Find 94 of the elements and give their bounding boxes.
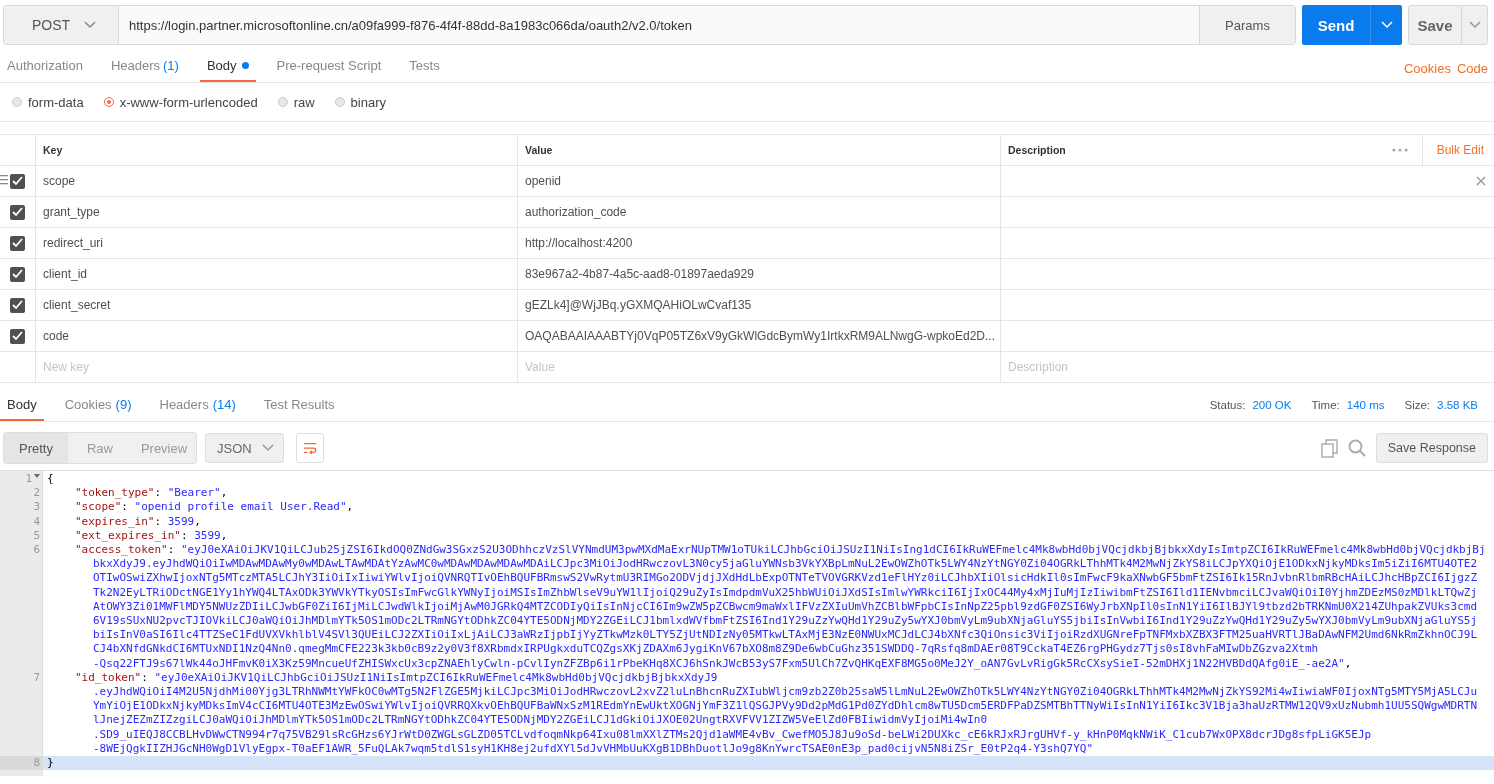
code-line: Tk2N2EyLTRiODctNGE1Yy1hYWQ4LTAxODk3YWVkYTkyOSIsImFwcGlkYWNyIjoiMSIsImZhbWlseV9uYW1lIjoiQ29uZyIsImdpdmVuX25hbWUiOiJXdSIsImlwYWRkciI6IjIxOC44My4xMjIuMjIzIiwibmFtZSI6Ild1IENvbmciLCJvaWQiOiI0YjhmZDEzMS0zMDlkLTQwZj — [93, 585, 1478, 600]
param-key[interactable]: code — [43, 329, 70, 343]
more-icon[interactable] — [1391, 148, 1408, 152]
code-line: .eyJhdWQiOiI4M2U5NjdhMi00Yjg3LTRhNWMtYWFkOC0wMTg5N2FlZGE5MjkiLCJpc3MiOiJodHRwczovL2xvZ2luLnBhcnRuZXIubWljcm9zb2Z0b25saW5lLmNuL2EwOWZhOTk5LWY4NzYtNGY0Zi04OGRkLThhMTk4M2MwNjZkYS92Mi4wIiwiaWF0IjoxNTg5MTY5MjA5LCJu — [93, 685, 1478, 700]
code-line: "access_token": "eyJ0eXAiOiJKV1QiLCJub25jZSI6IkdOQ0ZNdGw3SGxzS2U3ODhhczVzSlVYNmdUM3pwMXdMaExrNUpTMW1oTUkiLCJhbGciOiJSUzI1NiIsIng1dCI6IkRuWEFmelc4Mk8wbHd0bjVQcjdkbjBjbkxXdyIsImtpZCI6IkRuWEFmelc4Mk8wbHd0bjVQcjdkbjBj — [75, 543, 1486, 558]
wrap-icon — [302, 440, 317, 456]
line-number: 3 — [33, 500, 40, 515]
response-tab[interactable]: Test Results — [256, 389, 342, 421]
code-line: "id_token": "eyJ0eXAiOiJKV1QiLCJhbGciOiJSUzI1NiIsImtpZCI6IkRuWEFmelc4Mk8wbHd0bjVQcjdkbjBjbkxXdyJ9 — [75, 670, 718, 686]
line-number: 4 — [33, 514, 40, 529]
radio-button[interactable] — [277, 97, 288, 107]
checkmark-icon — [12, 207, 23, 217]
response-tab[interactable]: Cookies (9) — [57, 389, 139, 421]
radio-button[interactable] — [103, 97, 114, 107]
code-line: 6V19sSUxNU2pvcTJIOVkiLCJ0aWQiOiJhMDlmYTk5OS1mODc2LTRmNGYtODhkZC04YTE5ODNjMDY2ZGEiLCJ1bmlxdWVfbmFtZSI6Ind1Y29uZzYwQHd1Y29uZy5wYXJ0bmVyLm9ubXNjaGluYS5jbiIsInVwbiI6Ind1Y29uZzYwQHd1Y29uZy5wYXJ0bmVyLm9ubXNjaGluYS5j — [93, 614, 1478, 629]
param-key[interactable]: grant_type — [43, 205, 100, 219]
drag-handle-icon[interactable] — [0, 175, 8, 185]
close-icon[interactable] — [1476, 176, 1486, 186]
status-value: 200 OK — [1252, 399, 1292, 411]
code-line: CJ4bXNfdGNkdCI6MTUxNDI1NzQ4Nn0.qmegMmCFE223k3kb0cB9z2y0V3f8XRbmdxIRPUgkxduTCQZgsXKjZDAXm6JygiKnV67bXO8m8Z9De6wbCuGhz351SWDDQ-7qRsfq8mDAEr08T9CckaT4EZ6rgPHGydz7Tjs0sI8vhFaMIwDbZGzva2Xtmh — [93, 642, 1319, 657]
format-dropdown[interactable]: JSON — [205, 433, 284, 463]
code-line: "scope": "openid profile email User.Read", — [75, 500, 354, 515]
response-tab[interactable]: Body — [0, 389, 44, 421]
param-value[interactable]: authorization_code — [525, 205, 627, 219]
code-line: bkxXdyJ9.eyJhdWQiOiIwMDAwMDAwMy0wMDAwLTAwMDAtYzAwMC0wMDAwMDAwMDAwMDAiLCJpc3MiOiJodHRwczovL3N0cy5jaGluYWNsb3VkYXBpLmNuL2EwOWZhOTk5LWY4NzYtNGY0Zi04OGRkLThhMTk4M2MwNjZkYS8iLCJpYXQiOjE1ODkxNjkyMDksIm5iZiI6MTU4OTE2 — [93, 557, 1478, 572]
line-number: 6 — [33, 542, 40, 558]
request-tab[interactable]: Headers (1) — [103, 51, 186, 82]
radio-button[interactable] — [12, 97, 22, 107]
status-value: 140 ms — [1346, 399, 1385, 411]
code-line: { — [47, 472, 54, 487]
status-label: Time: — [1311, 399, 1340, 411]
checkmark-icon — [12, 269, 23, 279]
checkbox[interactable] — [10, 297, 25, 313]
checkbox[interactable] — [10, 235, 25, 251]
line-number: 8 — [33, 755, 40, 771]
line-number: 1 — [25, 472, 32, 487]
checkbox[interactable] — [10, 266, 25, 282]
code-line: YmYiOjE1ODkxNjkyMDksImV4cCI6MTU4OTE3MzEwOSwiYWlvIjoiQVRRQXkvOEhBQUFBaWNxSzM1REdmYnEwUktXOGNjYmF3Z1lQSGJPVy9Dd2pMdG1Pd0ZYdDhlcm8wTU5Dcm5ERDFPaDZSMTBhTTNyWiIsInN1YiI6Ikc3V1Bja3haUzRTMW12QV9xUzNubmh1UU5SQWgwMDRTN — [93, 699, 1478, 714]
checkbox[interactable] — [10, 204, 25, 220]
checkmark-icon — [12, 238, 23, 248]
radio-button[interactable] — [334, 97, 345, 107]
column-header: Key — [43, 144, 63, 156]
checkmark-icon — [12, 176, 23, 186]
request-tab[interactable]: Pre-request Script — [269, 51, 389, 82]
param-value[interactable]: 83e967a2-4b87-4a5c-aad8-01897aeda929 — [525, 267, 754, 281]
request-tab[interactable]: Tests — [402, 51, 447, 82]
fold-caret-icon[interactable] — [34, 472, 40, 480]
copy-icon[interactable] — [1320, 438, 1338, 458]
checkbox[interactable] — [10, 328, 25, 344]
radio-option[interactable]: raw — [277, 94, 315, 110]
checkbox[interactable] — [10, 173, 25, 189]
code-line: "ext_expires_in": 3599, — [75, 528, 228, 543]
response-tab[interactable]: Headers (14) — [152, 389, 243, 421]
wrap-lines-button[interactable] — [295, 433, 324, 463]
param-key[interactable]: scope — [43, 174, 76, 188]
status-label: Size: — [1404, 399, 1431, 411]
caret-icon — [1468, 21, 1481, 29]
code-line: AtOWY3Zi01MWFlMDY5NWUzZDIiLCJwbGF0ZiI6IjMiLCJwdWlkIjoiMjAwM0JGRkQ4MTZCODIyQiIsInNjcCI6Im9wZW5pZCBwcm9maWxlIFVzZXIuUmVhZCBlbWFpbCIsInNpZ25pbl9zdGF0ZSI6WyJrbXNpIl0sInN1YiI6IlBJYl9tbzd2bTRKNmU0X214ZUhpakZVUks3cmd — [93, 599, 1478, 615]
param-value[interactable]: gEZLk4]@WjJBq.yGXMQAHiOLwCvaf135 — [525, 298, 752, 312]
status-label: Status: — [1209, 399, 1246, 411]
line-number: 5 — [33, 528, 40, 543]
param-value[interactable]: openid — [525, 174, 562, 188]
status-value: 3.58 KB — [1437, 399, 1478, 411]
code-line: -Qsq22FTJ9s67lWk44oJHFmvK0iX3Kz59MncueUfZHISWxcUx3cpZNAEhlyCwln-pCvlIynZFZBp6i1rPbeKHq8XCJ6hSnkJWcB53yS7Fxm5UlCh7ZvQHKqEXF8MG5o0MeJ2Y_oAN7GvLvRigGk5RcCXsySieI-52mDHXj1N22HVBDdQAfg0iE_-ae2A", — [93, 656, 1352, 671]
search-icon[interactable] — [1347, 439, 1366, 457]
code-line: lJnejZEZmZIZzgiLCJ0aWQiOiJhMDlmYTk5OS1mODc2LTRmNGYtODhkZC04YTE5ODNjMDY2ZGEiLCJ1dGkiOiJXOE02UngtRXVFVV1ZIZW5VeElZd0FBIiwidmVyIjoiMi4wIn0 — [93, 713, 988, 728]
save-response-button[interactable]: Save Response — [1375, 433, 1488, 463]
request-tab[interactable]: Body — [199, 51, 256, 82]
code-line: "expires_in": 3599, — [75, 514, 201, 529]
caret-icon — [261, 444, 274, 452]
radio-option[interactable]: form-data — [12, 94, 84, 110]
checkmark-icon — [12, 331, 23, 341]
param-value[interactable]: http://localhost:4200 — [525, 236, 633, 250]
radio-option[interactable]: x-www-form-urlencoded — [103, 94, 258, 110]
code-line: OTIwOSwiZXhwIjoxNTg5MTczMTA5LCJhY3IiOiIxIiwiYWlvIjoiQVNRQTIvOEhBQUFBRmswS2VwRytmU3RIMGo2ODVjdjJXdHdLbExpOTNTeTVOVGRKVzd1eFlHYz0iLCJhbXIiOlsicHdkIl0sImFwcF9kaXNwbGF5bmFtZSI6Ik15RnJvbnRlbmRBcHAiLCJhcHBpZCI6IjgzZ — [93, 571, 1478, 586]
param-value[interactable]: OAQABAAIAAABTYj0VqP05TZ6xV9yGkWlGdcBymWy1IrtkxRM9ALNwgG-wpkoEd2D... — [525, 329, 996, 343]
code-line: "token_type": "Bearer", — [75, 486, 228, 501]
code-line: -8WEjQgkIIZHJGcNH0WgD1VlyEgpx-T0aEF1AWR_5FuQLAk7wqm5tdlS1syH1KH8ej2ufdXYl5dJvVHMbUuKXgB1DBhDuotlJo9g8KnYwrcTSAE0nE3p_pad0cijvN5N8iZSr_E0tP2q4-Y3shQ7YQ" — [93, 741, 1093, 757]
code-line: .SD9_uIEQJ8CCBLHvDWwCTN994r7q75VB29lsRcGHzs6YJrWtD0ZWGLsGLZD05TCLvdfoqmNkp64Ixu08lmXXlZTMs2Qjd1aWME4vBv_CwefMO5J8Ju9oSd-beLWi2DUXkc_cE6kRJxRJrgUHVf-y_kHnP0MqkNWiK_C1cub7WxOPX8dcrJDg8sfpLiGK5EJp — [93, 727, 1372, 742]
param-key[interactable]: client_secret — [43, 298, 111, 312]
column-header: Description — [1008, 144, 1066, 156]
param-key[interactable]: client_id — [43, 267, 88, 281]
request-tab[interactable]: Authorization — [0, 51, 90, 82]
param-key[interactable]: redirect_uri — [43, 236, 104, 250]
column-header: Value — [525, 144, 553, 156]
caret-icon — [1380, 21, 1393, 29]
send-options-button[interactable] — [1370, 5, 1402, 45]
checkmark-icon — [12, 300, 23, 310]
code-line: biIsInV0aSI6Ilc4TTZSeC1FdUVXVkhlblV4SVl3QUEiLCJ2ZXIiOiIxLjAiLCJ3aWRzIjpbIjYyZTkwMzk0LTY5ZjUtNDIzNy05MTkwLTAxMjE3NzE0NWUxMCJdLCJ4bXNfc3QiOnsic3ViIjoiRzdXUGNreFpTNFMxbXZBX3FTM25uaHVRTlJBaDAwNFM2Umd6NkRmZkhnOCJ9L — [93, 628, 1478, 643]
code-line: } — [47, 756, 54, 771]
view-mode-button[interactable]: Pretty — [4, 433, 68, 463]
line-number: 2 — [33, 486, 40, 501]
line-number: 7 — [33, 670, 40, 685]
radio-option[interactable]: binary — [334, 94, 386, 110]
